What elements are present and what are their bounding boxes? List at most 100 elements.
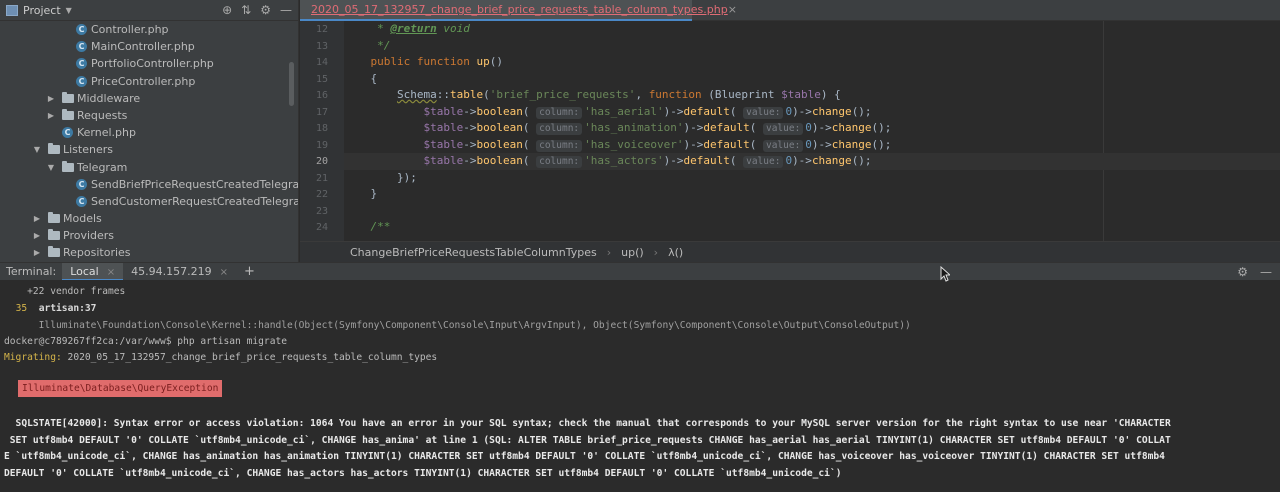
chevron-down-icon[interactable]: ▼ — [32, 141, 42, 158]
line-number: 21 — [315, 172, 328, 184]
close-icon[interactable]: × — [728, 3, 737, 16]
php-class-icon: C — [76, 75, 87, 87]
tree-item[interactable]: ▶ Models — [0, 210, 298, 227]
close-icon[interactable]: × — [107, 267, 115, 278]
collapse-all-icon[interactable]: ⇅ — [241, 3, 251, 17]
terminal-tab-local[interactable]: Local × — [62, 262, 124, 281]
project-folder-icon — [6, 4, 18, 16]
project-view-selector[interactable]: Project — [23, 4, 61, 17]
code-line-12[interactable]: * @return void — [344, 21, 1280, 38]
php-class-icon: C — [76, 58, 87, 70]
chevron-right-icon[interactable]: ▶ — [32, 244, 42, 261]
chevron-down-icon[interactable]: ▼ — [66, 6, 72, 15]
tree-item[interactable]: ▼ Telegram — [0, 159, 298, 176]
parameter-hint: column: — [536, 156, 583, 168]
locate-icon[interactable]: ⊕ — [222, 3, 232, 17]
tree-item-label: PriceController.php — [91, 74, 196, 88]
project-panel-header: Project ▼ ⊕ ⇅ ⚙ — — [0, 0, 298, 21]
hide-icon[interactable]: — — [1260, 265, 1272, 279]
code-line-22[interactable]: } — [344, 186, 1280, 203]
line-number: 20 — [315, 156, 328, 167]
terminal-output[interactable]: +22 vendor frames 35 artisan:37 Illumina… — [0, 280, 1280, 492]
tree-item[interactable]: C Controller.php — [0, 21, 298, 38]
code-line-23[interactable] — [344, 203, 1280, 220]
code-line-17[interactable]: $table->boolean( column:'has_aerial')->d… — [344, 104, 1280, 121]
code-line-13[interactable]: */ — [344, 38, 1280, 55]
folder-icon — [48, 246, 60, 258]
code-area[interactable]: * @return void */ public function up() {… — [316, 21, 1280, 241]
breadcrumb: ChangeBriefPriceRequestsTableColumnTypes… — [300, 241, 1280, 262]
folder-icon — [62, 160, 74, 172]
code-line-21[interactable]: }); — [344, 170, 1280, 187]
tree-item-label: SendBriefPriceRequestCreatedTelegramNoti — [91, 177, 299, 191]
terminal-toolbar: Terminal: Local × 45.94.157.219 × + ⚙ — — [0, 262, 1280, 281]
editor-tab[interactable]: 2020_05_17_132957_change_brief_price_req… — [300, 0, 737, 21]
line-number: 23 — [315, 205, 328, 217]
code-line-16[interactable]: Schema::table('brief_price_requests', fu… — [344, 87, 1280, 104]
code-line-20[interactable]: $table->boolean( column:'has_actors')->d… — [344, 153, 1280, 170]
terminal-tab-label: 45.94.157.219 — [131, 264, 212, 278]
chevron-down-icon[interactable]: ▼ — [46, 159, 56, 176]
tree-item-label: MainController.php — [91, 40, 195, 54]
close-icon[interactable]: × — [220, 267, 228, 278]
terminal-error-line: SQLSTATE[42000]: Syntax error or access … — [4, 418, 1171, 429]
tree-item[interactable]: ▶ Providers — [0, 227, 298, 244]
line-number: 16 — [315, 90, 328, 101]
terminal-line: Illuminate\Foundation\Console\Kernel::ha… — [4, 320, 911, 331]
tree-item-label: SendCustomerRequestCreatedTelegramNot — [91, 194, 298, 208]
terminal-tab-remote[interactable]: 45.94.157.219 × — [123, 263, 236, 281]
tree-item[interactable]: ▶ Repositories — [0, 244, 298, 261]
tree-item[interactable]: ▶ Middleware — [0, 90, 298, 107]
tree-item[interactable]: ▼ Listeners — [0, 141, 298, 158]
breadcrumb-method[interactable]: up() — [621, 246, 644, 259]
chevron-right-icon[interactable]: ▶ — [46, 107, 56, 124]
tree-item[interactable]: C SendBriefPriceRequestCreatedTelegramNot… — [0, 176, 299, 193]
tree-item[interactable]: C SendCustomerRequestCreatedTelegramNot — [0, 193, 298, 210]
project-scrollbar[interactable] — [289, 62, 294, 106]
php-class-icon: C — [76, 178, 87, 190]
chevron-right-icon[interactable]: ▶ — [46, 90, 56, 107]
tree-item[interactable]: C Kernel.php — [0, 124, 298, 141]
tree-item[interactable]: ▶ Requests — [0, 107, 298, 124]
breadcrumb-closure[interactable]: λ() — [668, 246, 683, 259]
terminal-error-line: SET utf8mb4 DEFAULT '0' COLLATE `utf8mb4… — [4, 434, 1171, 446]
line-number: 18 — [315, 123, 328, 134]
tree-item[interactable]: C PortfolioController.php — [0, 55, 298, 72]
tree-item[interactable]: C MainController.php — [0, 38, 298, 55]
terminal-error-line: E `utf8mb4_unicode_ci`, CHANGE has_anima… — [4, 451, 1165, 462]
terminal-line: 35 artisan:37 — [15, 303, 97, 314]
chevron-right-icon[interactable]: ▶ — [32, 210, 42, 227]
line-number: 24 — [315, 222, 328, 233]
line-number: 19 — [315, 139, 328, 151]
line-number: 13 — [315, 40, 328, 52]
terminal-error-line: DEFAULT '0' COLLATE `utf8mb4_unicode_ci`… — [4, 467, 842, 479]
tree-item-label: Models — [63, 212, 102, 226]
code-line-24[interactable]: /** — [344, 219, 1280, 236]
tree-item-label: Requests — [77, 108, 128, 122]
breadcrumb-separator-icon: › — [606, 245, 612, 259]
hide-icon[interactable]: — — [280, 3, 292, 17]
breadcrumb-separator-icon: › — [653, 245, 659, 259]
terminal-label: Terminal: — [6, 265, 57, 278]
terminal-line: Migrating: 2020_05_17_132957_change_brie… — [4, 352, 438, 363]
php-class-icon: C — [76, 41, 87, 53]
code-line-18[interactable]: $table->boolean( column:'has_animation')… — [344, 120, 1280, 137]
editor-tab-bar: 2020_05_17_132957_change_brief_price_req… — [300, 0, 1280, 21]
php-class-icon: C — [62, 127, 73, 139]
add-terminal-icon[interactable]: + — [236, 264, 263, 279]
editor-tab-title[interactable]: 2020_05_17_132957_change_brief_price_req… — [311, 3, 728, 16]
terminal-prompt: docker@c789267ff2ca:/var/www$ php artisa… — [4, 336, 288, 347]
code-line-19[interactable]: $table->boolean( column:'has_voiceover')… — [344, 137, 1280, 154]
gear-icon[interactable]: ⚙ — [1237, 265, 1248, 279]
exception-badge: Illuminate\Database\QueryException — [18, 380, 223, 397]
code-line-14[interactable]: public function up() — [344, 54, 1280, 71]
folder-icon — [48, 143, 60, 155]
gear-icon[interactable]: ⚙ — [260, 3, 271, 17]
editor-panel: 2020_05_17_132957_change_brief_price_req… — [300, 0, 1280, 262]
tree-item[interactable]: C PriceController.php — [0, 73, 298, 90]
code-line-15[interactable]: { — [344, 71, 1280, 88]
chevron-right-icon[interactable]: ▶ — [32, 227, 42, 244]
tree-item-label: Controller.php — [91, 23, 169, 36]
php-class-icon: C — [76, 24, 87, 35]
breadcrumb-class[interactable]: ChangeBriefPriceRequestsTableColumnTypes — [350, 246, 597, 259]
